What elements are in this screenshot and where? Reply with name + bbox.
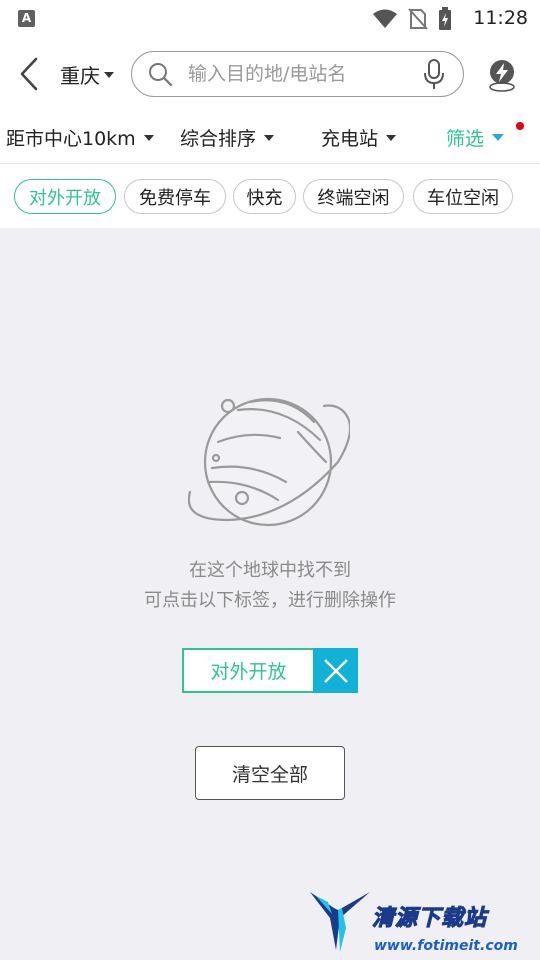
watermark-title: 清源下载站 (371, 906, 488, 932)
status-icons (372, 7, 452, 30)
battery-charging-icon (439, 7, 451, 30)
filter-distance-label: 距市中心10km (6, 128, 136, 150)
tag-free-parking[interactable]: 免费停车 (124, 179, 226, 214)
active-tag-chip: 对外开放 (182, 648, 358, 693)
clear-all-button[interactable]: 清空全部 (195, 746, 345, 800)
wifi-icon (373, 9, 397, 28)
notification-dot (516, 122, 524, 130)
filter-distance[interactable]: 距市中心10km (6, 124, 154, 151)
clock: 11:28 (473, 7, 528, 29)
tag-open-to-public[interactable]: 对外开放 (14, 179, 116, 214)
watermark: 清源下载站 www.fotimeit.com (308, 886, 530, 956)
filter-station-type-label: 充电站 (321, 128, 379, 150)
empty-message-line2: 可点击以下标签，进行删除操作 (144, 590, 396, 611)
back-arrow-icon[interactable] (16, 56, 42, 92)
close-icon (323, 658, 348, 683)
filter-screen-label: 筛选 (446, 128, 485, 150)
filter-bar: 距市中心10km 综合排序 充电站 筛选 (0, 110, 540, 164)
caret-down-icon (264, 134, 275, 141)
tag-fast-charge[interactable]: 快充 (233, 179, 296, 214)
tag-parking-idle[interactable]: 车位空闲 (413, 179, 513, 214)
filter-station-type[interactable]: 充电站 (321, 124, 397, 151)
watermark-url: www.fotimeit.com (374, 938, 518, 954)
caret-down-icon (143, 134, 154, 141)
city-selector[interactable]: 重庆 (60, 60, 114, 89)
planet-icon (188, 397, 350, 527)
top-bar: 重庆 (0, 38, 540, 110)
filter-screen[interactable]: 筛选 (446, 124, 505, 151)
filter-sort-label: 综合排序 (180, 128, 257, 150)
watermark-logo-icon (310, 892, 370, 952)
app-notification-icon: A (18, 10, 35, 27)
city-label: 重庆 (60, 64, 100, 88)
tag-terminal-idle[interactable]: 终端空闲 (303, 179, 404, 214)
caret-down-icon (386, 134, 397, 141)
caret-down-icon (492, 134, 505, 141)
status-bar: A 11:28 (0, 0, 540, 38)
search-icon (149, 63, 173, 87)
charging-location-icon[interactable] (486, 58, 518, 92)
caret-down-icon (104, 71, 114, 78)
search-box[interactable] (131, 51, 464, 97)
active-tag-label[interactable]: 对外开放 (182, 648, 313, 693)
filter-sort[interactable]: 综合排序 (180, 124, 275, 151)
remove-tag-button[interactable] (313, 648, 358, 693)
empty-message-line1: 在这个地球中找不到 (189, 560, 351, 581)
no-sim-icon (408, 8, 428, 30)
microphone-icon[interactable] (423, 59, 445, 91)
search-input[interactable] (188, 60, 408, 88)
tag-row: 对外开放 免费停车 快充 终端空闲 车位空闲 (0, 164, 540, 228)
